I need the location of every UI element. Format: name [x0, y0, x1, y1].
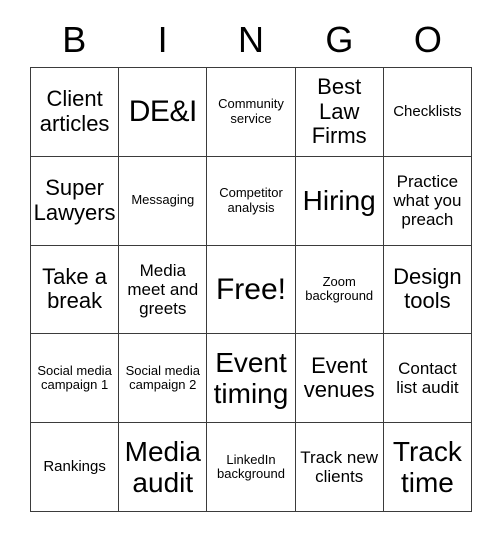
bingo-cell-label: Messaging [131, 192, 195, 208]
bingo-cell-label: Event timing [213, 346, 289, 410]
bingo-cell-r3c2[interactable]: Media meet and greets [119, 245, 208, 335]
bingo-cell-label: Competitor analysis [219, 185, 283, 215]
bingo-cell-r1c5[interactable]: Checklists [383, 68, 472, 157]
bingo-cell-label: Practice what you preach [393, 172, 462, 230]
bingo-card: B I N G O Client articles DE&I Community… [0, 0, 500, 544]
bingo-cell-r2c2[interactable]: Messaging [119, 156, 208, 246]
bingo-cell-r3c4[interactable]: Zoom background [295, 245, 384, 335]
bingo-cell-label: Client articles [39, 86, 110, 136]
bingo-cell-label: Social media campaign 1 [37, 362, 112, 393]
bingo-header-letter-o: O [413, 19, 442, 60]
bingo-cell-r4c1[interactable]: Social media campaign 1 [31, 334, 120, 424]
bingo-cell-label: Media audit [124, 435, 201, 499]
bingo-cell-label: Design tools [393, 263, 462, 314]
bingo-cell-r1c4[interactable]: Best Law Firms [295, 68, 384, 157]
bingo-cell-label: Take a break [42, 263, 107, 314]
bingo-cell-label: DE&I [128, 95, 198, 129]
bingo-header-letter-b: B [62, 19, 87, 60]
bingo-cell-label: Community service [218, 96, 284, 126]
bingo-cell-free[interactable]: Free! [207, 245, 296, 335]
bingo-header-row: B I N G O [30, 16, 472, 64]
bingo-cell-r2c5[interactable]: Practice what you preach [383, 156, 472, 246]
bingo-cell-label: Contact list audit [396, 359, 459, 398]
bingo-cell-r1c3[interactable]: Community service [207, 68, 296, 157]
bingo-cell-r4c5[interactable]: Contact list audit [383, 334, 472, 424]
bingo-cell-r5c2[interactable]: Media audit [119, 423, 208, 512]
bingo-cell-label: Rankings [43, 457, 106, 475]
bingo-cell-label: Event venues [303, 352, 375, 403]
bingo-cell-r3c5[interactable]: Design tools [383, 245, 472, 335]
bingo-cell-r4c4[interactable]: Event venues [295, 334, 384, 424]
bingo-grid: Client articles DE&I Community service B… [30, 67, 472, 512]
bingo-cell-label: Media meet and greets [127, 260, 199, 318]
bingo-cell-label: Track time [392, 435, 462, 499]
bingo-cell-r4c3[interactable]: Event timing [207, 334, 296, 424]
bingo-cell-label: Hiring [302, 185, 376, 217]
bingo-cell-r5c5[interactable]: Track time [383, 423, 472, 512]
bingo-cell-label: Zoom background [305, 273, 374, 304]
bingo-cell-r2c3[interactable]: Competitor analysis [207, 156, 296, 246]
bingo-cell-r5c3[interactable]: LinkedIn background [207, 423, 296, 512]
bingo-cell-label: Checklists [393, 102, 462, 120]
bingo-header-letter-i: I [157, 19, 168, 60]
bingo-cell-label: Super Lawyers [33, 175, 116, 225]
bingo-cell-r3c1[interactable]: Take a break [31, 245, 120, 335]
bingo-cell-label: LinkedIn background [217, 451, 285, 482]
bingo-cell-r4c2[interactable]: Social media campaign 2 [119, 334, 208, 424]
bingo-header-letter-n: N [238, 19, 265, 60]
bingo-header-letter-g: G [325, 19, 354, 60]
bingo-cell-label: Free! [215, 272, 286, 306]
bingo-cell-r5c4[interactable]: Track new clients [295, 423, 384, 512]
bingo-cell-r1c1[interactable]: Client articles [31, 68, 120, 157]
bingo-cell-r2c1[interactable]: Super Lawyers [31, 156, 120, 246]
bingo-cell-r5c1[interactable]: Rankings [31, 423, 120, 512]
bingo-cell-label: Track new clients [300, 448, 379, 487]
bingo-cell-label: Social media campaign 2 [125, 362, 200, 393]
bingo-cell-r2c4[interactable]: Hiring [295, 156, 384, 246]
bingo-cell-label: Best Law Firms [311, 73, 367, 149]
bingo-cell-r1c2[interactable]: DE&I [119, 68, 208, 157]
